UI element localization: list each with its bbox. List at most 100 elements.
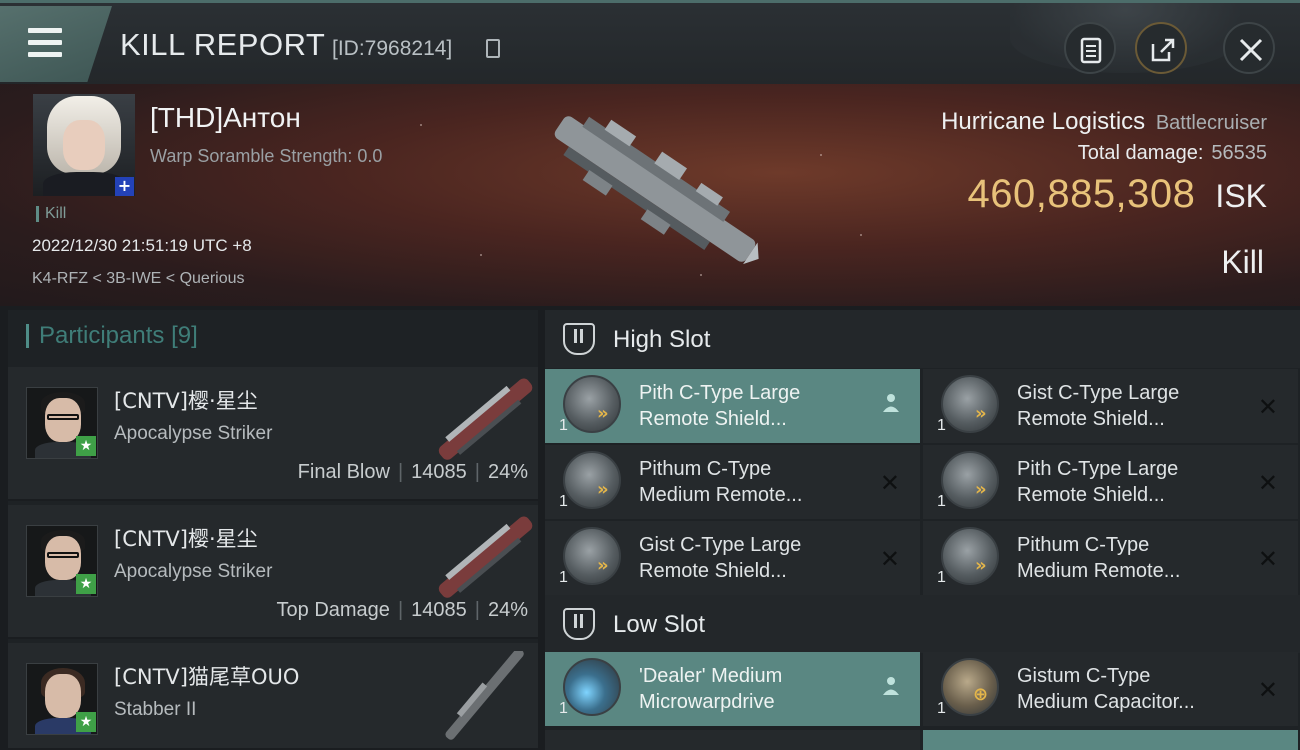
participant-ship: Stabber II [114,699,197,720]
participant-ship: Apocalypse Striker [114,561,273,582]
low-slot-icon [563,608,595,640]
participant-ship-image [445,651,524,740]
participant-damage: 14085 [411,599,467,621]
module-item[interactable]: ⊕ 1 Gistum C-Type Medium Capacitor... ✕ [923,652,1298,726]
plus-icon: + [115,177,134,196]
low-slot-label: Low Slot [613,611,706,638]
kill-location[interactable]: K4-RFZ < 3B-IWE < Querious [32,270,245,288]
fitting-panel: High Slot » 1 Pith C-Type Large Remote Sh… [545,310,1300,750]
shield-module-icon: » [563,527,621,585]
module-quantity: 1 [937,569,946,586]
high-slot-icon [563,323,595,355]
star-icon: ★ [76,712,96,732]
participant-role: Final Blow [297,461,390,483]
participant-name: [CNTV]猫尾草OUO [114,665,300,689]
ship-class: Battlecruiser [1155,112,1267,134]
participants-header[interactable]: Participants [9] [26,324,198,348]
participants-label: Participants [39,322,165,349]
clipboard-icon [1080,37,1102,64]
high-slot-label: High Slot [613,326,711,353]
participant-row[interactable]: ★ [CNTV]猫尾草OUO Stabber II [8,643,538,750]
module-quantity: 1 [937,417,946,434]
low-slot-header: Low Slot [545,595,1300,653]
x-icon: ✕ [879,469,900,497]
report-id: [ID:7968214] [332,37,453,60]
module-item[interactable]: 1 'Dealer' Medium Microwarpdrive [545,652,920,726]
module-name: Gist C-Type Large Remote Shield... [1017,382,1180,430]
participant-role: Top Damage [276,599,390,621]
module-item[interactable]: » 1 Pith C-Type Large Remote Shield... [545,369,920,443]
participant-name: [CNTV]樱·星尘 [114,389,258,413]
copy-id-icon[interactable] [486,39,500,58]
total-damage-value: 56535 [1211,142,1267,164]
module-item[interactable]: » 1 Pithum C-Type Medium Remote... ✕ [545,445,920,519]
module-quantity: 1 [559,417,568,434]
module-quantity: 1 [559,700,568,717]
participant-row[interactable]: ★ [CNTV]樱·星尘 Apocalypse Striker Top Dama… [8,505,538,639]
shield-module-icon: » [563,375,621,433]
module-item[interactable]: » 1 Pithum C-Type Medium Remote... ✕ [923,521,1298,595]
shield-module-icon: » [563,451,621,509]
participants-count: [9] [171,322,198,349]
shield-module-icon: » [941,451,999,509]
participant-ship: Apocalypse Striker [114,423,273,444]
isk-unit: ISK [1215,178,1267,214]
close-icon [1239,38,1263,62]
module-quantity: 1 [559,493,568,510]
isk-value: 460,885,308 ISK [967,172,1267,217]
x-icon: ✕ [1257,393,1278,421]
star-icon: ★ [76,436,96,456]
module-item[interactable]: » 1 Gist C-Type Large Remote Shield... ✕ [923,369,1298,443]
isk-amount: 460,885,308 [967,172,1196,216]
capacitor-module-icon: ⊕ [941,658,999,716]
victim-banner: + [THD]Антон Warp Soramble Strength: 0.0… [0,84,1300,306]
module-quantity: 1 [937,493,946,510]
victim-ship-image [554,116,759,265]
title-bar-decoration [1010,3,1240,73]
participant-damage: 14085 [411,461,467,483]
x-icon: ✕ [1257,469,1278,497]
module-item[interactable] [923,730,1298,750]
victim-name[interactable]: [THD]Антон [150,102,301,134]
participant-percent: 24% [487,461,528,483]
microwarpdrive-icon [563,658,621,716]
module-name: Pith C-Type Large Remote Shield... [1017,458,1179,506]
kill-tag: Kill [36,206,66,222]
person-icon [882,393,900,419]
participant-ship-image [438,516,533,598]
victim-ship-name[interactable]: Hurricane Logistics Battlecruiser [941,108,1267,136]
shield-module-icon: » [941,375,999,433]
high-slot-header: High Slot [545,310,1300,368]
module-item[interactable]: » 1 Gist C-Type Large Remote Shield... ✕ [545,521,920,595]
module-name: Pithum C-Type Medium Remote... [1017,534,1181,582]
clipboard-button[interactable] [1064,22,1116,74]
total-damage: Total damage: 56535 [1078,142,1267,165]
total-damage-label: Total damage: [1077,142,1204,164]
x-icon: ✕ [879,545,900,573]
module-quantity: 1 [559,569,568,586]
module-name: Gist C-Type Large Remote Shield... [639,534,802,582]
module-item[interactable]: » 1 Pith C-Type Large Remote Shield... ✕ [923,445,1298,519]
participant-percent: 24% [487,599,528,621]
participants-panel: Participants [9] ★ [CNTV]樱·星尘 Apocalypse… [8,310,538,750]
shield-module-icon: » [941,527,999,585]
participant-row[interactable]: ★ [CNTV]樱·星尘 Apocalypse Striker Final Bl… [8,367,538,501]
module-item[interactable] [545,730,920,750]
page-title: KILL REPORT [120,27,326,62]
title-bar: KILL REPORT [ID:7968214] [0,0,1300,84]
module-quantity: 1 [937,700,946,717]
share-icon [1151,38,1175,62]
participant-name: [CNTV]樱·星尘 [114,527,258,551]
participant-ship-image [438,378,533,460]
menu-button[interactable] [0,6,112,82]
module-name: Gistum C-Type Medium Capacitor... [1017,665,1195,713]
person-icon [882,676,900,702]
x-icon: ✕ [1257,545,1278,573]
warp-scramble-strength: Warp Soramble Strength: 0.0 [150,146,383,166]
close-button[interactable] [1223,22,1275,74]
kill-datetime: 2022/12/30 21:51:19 UTC +8 [32,236,252,255]
participant-stats: Top Damage | 14085 | 24% [276,599,528,621]
participant-stats: Final Blow | 14085 | 24% [297,461,528,483]
share-button[interactable] [1135,22,1187,74]
result-label: Kill [1221,244,1264,280]
